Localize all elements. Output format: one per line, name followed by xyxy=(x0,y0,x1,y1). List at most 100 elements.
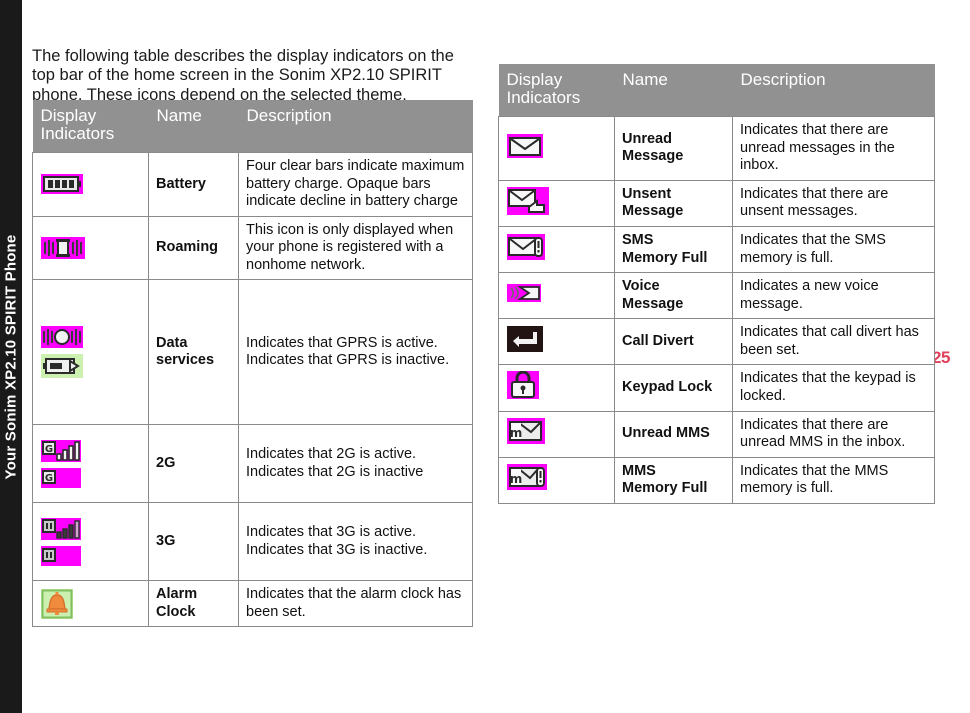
roaming-icon xyxy=(41,236,85,259)
indicator-name: Keypad Lock xyxy=(614,364,733,412)
header-line-1: Display xyxy=(40,106,97,125)
indicator-description: This icon is only displayed when your ph… xyxy=(238,215,473,280)
description-line: Indicates that 3G is inactive. xyxy=(246,541,428,558)
indicator-name: Alarm Clock xyxy=(148,580,239,627)
indicator-description: Indicates that the SMS memory is full. xyxy=(732,226,935,273)
indicator-description: Indicates that the MMS memory is full. xyxy=(732,456,935,504)
indicator-icon-cell: m xyxy=(498,410,615,458)
book-spine-sidebar: Your Sonim XP2.10 SPIRIT Phone xyxy=(0,0,22,713)
svg-text:m: m xyxy=(510,426,523,440)
indicator-name: 3G xyxy=(148,502,239,581)
table-row: Voice Message Indicates a new voice mess… xyxy=(498,272,935,319)
unread-message-icon xyxy=(507,133,543,158)
header-name: Name xyxy=(614,64,733,117)
indicator-name-line: Unsent xyxy=(622,185,672,202)
svg-text:m: m xyxy=(510,472,523,486)
description-line: Indicates that 3G is active. xyxy=(246,524,417,540)
indicator-description: Indicates that the alarm clock has been … xyxy=(238,580,473,627)
3g-active-icon xyxy=(41,517,81,540)
table-row: Battery Four clear bars indicate maximum… xyxy=(32,152,473,217)
indicator-name-line: Voice xyxy=(622,278,660,294)
indicator-icon-cell xyxy=(498,179,615,227)
indicator-description: Indicates that call divert has been set. xyxy=(732,318,935,365)
header-description: Description xyxy=(238,100,473,153)
indicator-name: Call Divert xyxy=(614,318,733,365)
alarm-clock-icon xyxy=(41,588,73,619)
indicator-name: Data services xyxy=(148,279,239,425)
page-number: 25 xyxy=(932,348,950,367)
indicator-name: Roaming xyxy=(148,215,239,280)
indicator-description: Four clear bars indicate maximum battery… xyxy=(238,152,473,217)
description-line: Indicates that GPRS is inactive. xyxy=(246,352,450,368)
mms-memory-full-icon: m xyxy=(507,464,547,491)
indicator-name-line: Unread xyxy=(622,130,672,147)
svg-text:G: G xyxy=(45,444,53,455)
indicator-description: Indicates that 2G is active. Indicates t… xyxy=(238,424,473,503)
header-line-1: Display xyxy=(506,70,563,89)
indicator-name: SMS Memory Full xyxy=(614,226,733,273)
table-row: 3G Indicates that 3G is active. Indicate… xyxy=(32,502,473,581)
indicator-description: Indicates that there are unread MMS in t… xyxy=(732,410,935,458)
unread-mms-icon: m xyxy=(507,418,545,445)
description-line: Indicates that there are unsent messages… xyxy=(740,185,889,220)
sms-memory-full-icon xyxy=(507,233,545,260)
indicator-description: Indicates that there are unread messages… xyxy=(732,116,935,181)
table-row: Unread Message Indicates that there are … xyxy=(498,116,935,181)
table-row: SMS Memory Full Indicates that the SMS m… xyxy=(498,226,935,273)
display-indicators-table-right: Display Indicators Name Description Unre… xyxy=(498,64,935,504)
voice-message-icon xyxy=(507,283,541,302)
indicator-name-line: MMS xyxy=(622,462,656,479)
description-line: Indicates that call divert has been set. xyxy=(740,324,919,358)
description-line: Indicates a new voice message. xyxy=(740,278,879,312)
table-row: m Unread MMS Indicates that there are un… xyxy=(498,410,935,458)
indicator-name: Unread MMS xyxy=(614,410,733,458)
2g-active-icon: G xyxy=(41,439,81,462)
indicator-description: Indicates a new voice message. xyxy=(732,272,935,319)
description-line: This icon is only displayed when your ph… xyxy=(246,221,454,273)
description-line: Indicates that 2G is inactive xyxy=(246,463,424,480)
indicator-icon-cell xyxy=(32,215,149,280)
indicator-icon-cell: m xyxy=(498,456,615,504)
indicator-name-line: Message xyxy=(622,295,684,312)
gprs-active-icon xyxy=(41,326,83,348)
intro-paragraph: The following table describes the displa… xyxy=(32,46,454,104)
table-row: Keypad Lock Indicates that the keypad is… xyxy=(498,364,935,412)
description-line: Indicates that the keypad is locked. xyxy=(740,370,916,404)
indicator-icon-cell xyxy=(498,226,615,273)
description-line: Indicates that there are unread messages… xyxy=(740,122,895,173)
3g-inactive-icon xyxy=(41,545,81,566)
header-display-indicators: Display Indicators xyxy=(32,100,149,153)
indicator-description: Indicates that the keypad is locked. xyxy=(732,364,935,412)
indicator-name: Unread Message xyxy=(614,116,733,181)
table-row: Alarm Clock Indicates that the alarm clo… xyxy=(32,580,473,627)
indicator-description: Indicates that GPRS is active. Indicates… xyxy=(238,279,473,425)
2g-inactive-icon: G xyxy=(41,467,81,488)
indicator-icon-cell xyxy=(498,272,615,319)
indicator-name-line: Data xyxy=(156,334,188,351)
header-line-2: Indicators xyxy=(506,88,581,107)
unsent-message-icon xyxy=(507,186,549,215)
indicator-name-line: Clock xyxy=(156,603,196,620)
indicator-icon-cell xyxy=(32,279,149,425)
indicator-name-line: Message xyxy=(622,148,684,165)
table-header-row: Display Indicators Name Description xyxy=(32,100,473,153)
indicator-name: Unsent Message xyxy=(614,179,733,227)
indicator-name-line: Alarm xyxy=(156,586,198,602)
indicator-name-line: SMS xyxy=(622,232,654,248)
indicator-name-line: Memory Full xyxy=(622,249,708,266)
table-row: G G 2G Indicates that 2G is active. Indi… xyxy=(32,424,473,503)
indicator-name: Battery xyxy=(148,152,239,217)
header-description: Description xyxy=(732,64,935,117)
table-row: Data services Indicates that GPRS is act… xyxy=(32,279,473,425)
indicator-icon-cell xyxy=(32,502,149,581)
battery-icon xyxy=(41,174,83,195)
description-line: Indicates that the MMS memory is full. xyxy=(740,462,889,497)
indicator-description: Indicates that 3G is active. Indicates t… xyxy=(238,502,473,581)
table-row: m MMS Memory Full Indicates that the MMS… xyxy=(498,456,935,504)
table-row: Call Divert Indicates that call divert h… xyxy=(498,318,935,365)
description-line: Four clear bars indicate maximum battery… xyxy=(246,158,465,209)
table-row: Unsent Message Indicates that there are … xyxy=(498,179,935,227)
description-line: Indicates that the SMS memory is full. xyxy=(740,232,886,266)
header-display-indicators: Display Indicators xyxy=(498,64,615,117)
display-indicators-table-left: Display Indicators Name Description Batt… xyxy=(32,100,473,627)
